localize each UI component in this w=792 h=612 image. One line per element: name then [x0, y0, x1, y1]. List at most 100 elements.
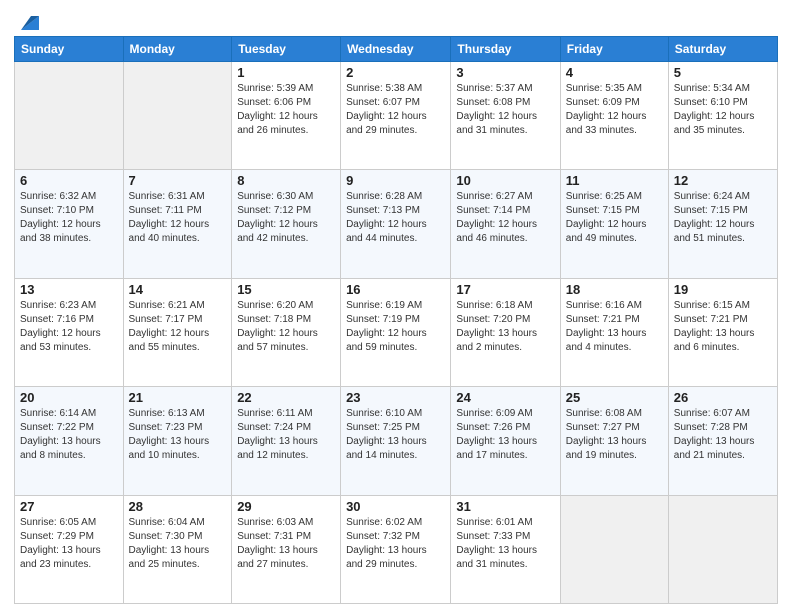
day-number: 2: [346, 65, 445, 80]
day-number: 14: [129, 282, 227, 297]
day-number: 19: [674, 282, 772, 297]
calendar-cell: 26 Sunrise: 6:07 AM Sunset: 7:28 PM Dayli…: [668, 387, 777, 495]
calendar-cell: 8 Sunrise: 6:30 AM Sunset: 7:12 PM Daylig…: [232, 170, 341, 278]
day-info: Sunrise: 6:07 AM Sunset: 7:28 PM Dayligh…: [674, 407, 772, 463]
day-number: 11: [566, 173, 663, 188]
day-number: 30: [346, 499, 445, 514]
day-number: 21: [129, 390, 227, 405]
calendar-cell: 27Sunrise: 6:05 AM Sunset: 7:29 PM Dayli…: [15, 495, 124, 603]
day-number: 24: [456, 390, 554, 405]
day-number: 9: [346, 173, 445, 188]
day-info: Sunrise: 6:18 AM Sunset: 7:20 PM Dayligh…: [456, 299, 554, 355]
day-info: Sunrise: 5:35 AM Sunset: 6:09 PM Dayligh…: [566, 82, 663, 138]
weekday-tuesday: Tuesday: [232, 37, 341, 62]
day-number: 31: [456, 499, 554, 514]
day-info: Sunrise: 6:28 AM Sunset: 7:13 PM Dayligh…: [346, 190, 445, 246]
day-info: Sunrise: 6:13 AM Sunset: 7:23 PM Dayligh…: [129, 407, 227, 463]
day-info: Sunrise: 5:37 AM Sunset: 6:08 PM Dayligh…: [456, 82, 554, 138]
day-info: Sunrise: 6:32 AM Sunset: 7:10 PM Dayligh…: [20, 190, 118, 246]
day-info: Sunrise: 6:14 AM Sunset: 7:22 PM Dayligh…: [20, 407, 118, 463]
calendar-cell: 13 Sunrise: 6:23 AM Sunset: 7:16 PM Dayli…: [15, 278, 124, 386]
calendar-cell: 9 Sunrise: 6:28 AM Sunset: 7:13 PM Daylig…: [341, 170, 451, 278]
day-info: Sunrise: 6:24 AM Sunset: 7:15 PM Dayligh…: [674, 190, 772, 246]
calendar-cell: 14 Sunrise: 6:21 AM Sunset: 7:17 PM Dayli…: [123, 278, 232, 386]
calendar-cell: 1 Sunrise: 5:39 AM Sunset: 6:06 PM Daylig…: [232, 62, 341, 170]
weekday-header-row: SundayMondayTuesdayWednesdayThursdayFrid…: [15, 37, 778, 62]
calendar-body: 1 Sunrise: 5:39 AM Sunset: 6:06 PM Daylig…: [15, 62, 778, 604]
day-number: 12: [674, 173, 772, 188]
calendar-cell: 23Sunrise: 6:10 AM Sunset: 7:25 PM Dayli…: [341, 387, 451, 495]
calendar-cell: 15 Sunrise: 6:20 AM Sunset: 7:18 PM Dayli…: [232, 278, 341, 386]
week-row-0: 1 Sunrise: 5:39 AM Sunset: 6:06 PM Daylig…: [15, 62, 778, 170]
day-info: Sunrise: 5:34 AM Sunset: 6:10 PM Dayligh…: [674, 82, 772, 138]
calendar-cell: 18Sunrise: 6:16 AM Sunset: 7:21 PM Dayli…: [560, 278, 668, 386]
day-info: Sunrise: 6:03 AM Sunset: 7:31 PM Dayligh…: [237, 516, 335, 572]
day-info: Sunrise: 6:30 AM Sunset: 7:12 PM Dayligh…: [237, 190, 335, 246]
day-info: Sunrise: 6:01 AM Sunset: 7:33 PM Dayligh…: [456, 516, 554, 572]
day-info: Sunrise: 6:05 AM Sunset: 7:29 PM Dayligh…: [20, 516, 118, 572]
day-info: Sunrise: 6:11 AM Sunset: 7:24 PM Dayligh…: [237, 407, 335, 463]
weekday-wednesday: Wednesday: [341, 37, 451, 62]
weekday-thursday: Thursday: [451, 37, 560, 62]
calendar-cell: 3 Sunrise: 5:37 AM Sunset: 6:08 PM Daylig…: [451, 62, 560, 170]
day-number: 23: [346, 390, 445, 405]
day-info: Sunrise: 6:09 AM Sunset: 7:26 PM Dayligh…: [456, 407, 554, 463]
calendar-cell: 6 Sunrise: 6:32 AM Sunset: 7:10 PM Daylig…: [15, 170, 124, 278]
weekday-monday: Monday: [123, 37, 232, 62]
header: [14, 10, 778, 34]
calendar-cell: 25 Sunrise: 6:08 AM Sunset: 7:27 PM Dayli…: [560, 387, 668, 495]
calendar-cell: 28 Sunrise: 6:04 AM Sunset: 7:30 PM Dayli…: [123, 495, 232, 603]
day-info: Sunrise: 6:20 AM Sunset: 7:18 PM Dayligh…: [237, 299, 335, 355]
calendar-cell: 5 Sunrise: 5:34 AM Sunset: 6:10 PM Daylig…: [668, 62, 777, 170]
day-info: Sunrise: 6:31 AM Sunset: 7:11 PM Dayligh…: [129, 190, 227, 246]
day-info: Sunrise: 6:25 AM Sunset: 7:15 PM Dayligh…: [566, 190, 663, 246]
day-number: 29: [237, 499, 335, 514]
day-info: Sunrise: 6:08 AM Sunset: 7:27 PM Dayligh…: [566, 407, 663, 463]
week-row-2: 13 Sunrise: 6:23 AM Sunset: 7:16 PM Dayli…: [15, 278, 778, 386]
week-row-4: 27Sunrise: 6:05 AM Sunset: 7:29 PM Dayli…: [15, 495, 778, 603]
day-number: 8: [237, 173, 335, 188]
day-number: 28: [129, 499, 227, 514]
logo: [14, 14, 39, 34]
day-number: 13: [20, 282, 118, 297]
calendar-cell: 17Sunrise: 6:18 AM Sunset: 7:20 PM Dayli…: [451, 278, 560, 386]
day-number: 4: [566, 65, 663, 80]
calendar-cell: 12 Sunrise: 6:24 AM Sunset: 7:15 PM Dayli…: [668, 170, 777, 278]
calendar-cell: [560, 495, 668, 603]
day-info: Sunrise: 6:21 AM Sunset: 7:17 PM Dayligh…: [129, 299, 227, 355]
day-info: Sunrise: 6:27 AM Sunset: 7:14 PM Dayligh…: [456, 190, 554, 246]
day-number: 10: [456, 173, 554, 188]
day-number: 5: [674, 65, 772, 80]
day-number: 6: [20, 173, 118, 188]
calendar-cell: 16Sunrise: 6:19 AM Sunset: 7:19 PM Dayli…: [341, 278, 451, 386]
day-info: Sunrise: 6:02 AM Sunset: 7:32 PM Dayligh…: [346, 516, 445, 572]
calendar-cell: 19Sunrise: 6:15 AM Sunset: 7:21 PM Dayli…: [668, 278, 777, 386]
calendar-page: SundayMondayTuesdayWednesdayThursdayFrid…: [0, 0, 792, 612]
calendar-cell: 30 Sunrise: 6:02 AM Sunset: 7:32 PM Dayli…: [341, 495, 451, 603]
day-number: 15: [237, 282, 335, 297]
calendar-cell: 7Sunrise: 6:31 AM Sunset: 7:11 PM Daylig…: [123, 170, 232, 278]
day-number: 3: [456, 65, 554, 80]
day-info: Sunrise: 6:04 AM Sunset: 7:30 PM Dayligh…: [129, 516, 227, 572]
day-number: 26: [674, 390, 772, 405]
week-row-1: 6 Sunrise: 6:32 AM Sunset: 7:10 PM Daylig…: [15, 170, 778, 278]
day-info: Sunrise: 5:38 AM Sunset: 6:07 PM Dayligh…: [346, 82, 445, 138]
logo-icon: [17, 12, 39, 34]
week-row-3: 20 Sunrise: 6:14 AM Sunset: 7:22 PM Dayli…: [15, 387, 778, 495]
day-number: 20: [20, 390, 118, 405]
day-number: 1: [237, 65, 335, 80]
calendar-table: SundayMondayTuesdayWednesdayThursdayFrid…: [14, 36, 778, 604]
weekday-saturday: Saturday: [668, 37, 777, 62]
calendar-cell: 10 Sunrise: 6:27 AM Sunset: 7:14 PM Dayli…: [451, 170, 560, 278]
calendar-cell: [668, 495, 777, 603]
calendar-cell: 31 Sunrise: 6:01 AM Sunset: 7:33 PM Dayli…: [451, 495, 560, 603]
weekday-friday: Friday: [560, 37, 668, 62]
calendar-cell: 21 Sunrise: 6:13 AM Sunset: 7:23 PM Dayli…: [123, 387, 232, 495]
day-info: Sunrise: 6:23 AM Sunset: 7:16 PM Dayligh…: [20, 299, 118, 355]
day-number: 22: [237, 390, 335, 405]
calendar-cell: [123, 62, 232, 170]
calendar-cell: 11 Sunrise: 6:25 AM Sunset: 7:15 PM Dayli…: [560, 170, 668, 278]
calendar-cell: [15, 62, 124, 170]
day-number: 25: [566, 390, 663, 405]
day-info: Sunrise: 5:39 AM Sunset: 6:06 PM Dayligh…: [237, 82, 335, 138]
